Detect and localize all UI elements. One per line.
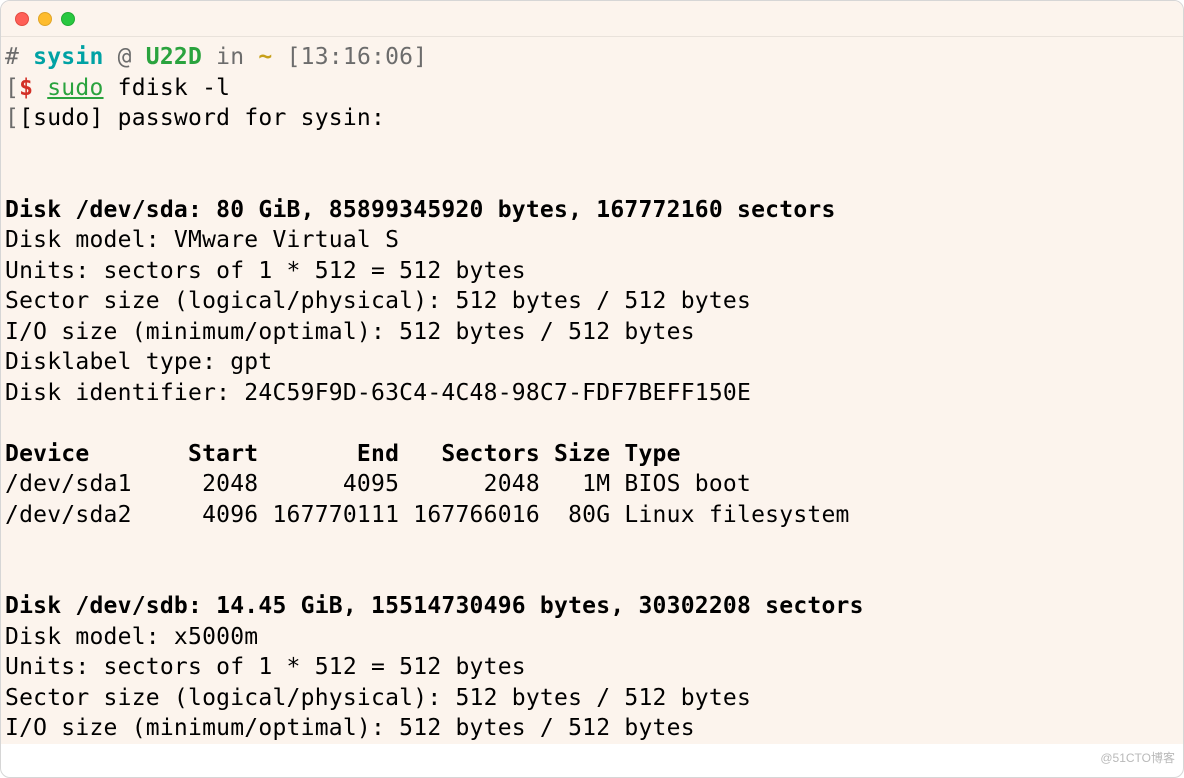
prompt-dollar: $ [19,75,33,101]
disk-b-io: I/O size (minimum/optimal): 512 bytes / … [5,715,695,741]
table-row: /dev/sda1 2048 4095 2048 1M BIOS boot [5,471,751,497]
disk-b-sector: Sector size (logical/physical): 512 byte… [5,685,751,711]
close-icon[interactable] [15,12,29,26]
disk-b-units: Units: sectors of 1 * 512 = 512 bytes [5,654,526,680]
maximize-icon[interactable] [61,12,75,26]
prompt-path: ~ [258,44,272,70]
disk-a-units: Units: sectors of 1 * 512 = 512 bytes [5,258,526,284]
disk-a-model: Disk model: VMware Virtual S [5,227,399,253]
bracket-open: [ [5,75,19,101]
prompt-time: [13:16:06] [287,44,428,70]
prompt-in: in [216,44,244,70]
watermark: @51CTO博客 [1100,743,1175,774]
prompt-at: @ [118,44,132,70]
disk-b-header: Disk /dev/sdb: 14.45 GiB, 15514730496 by… [5,593,864,619]
disk-a-io: I/O size (minimum/optimal): 512 bytes / … [5,319,695,345]
disk-a-ident: Disk identifier: 24C59F9D-63C4-4C48-98C7… [5,380,751,406]
disk-a-header: Disk /dev/sda: 80 GiB, 85899345920 bytes… [5,197,836,223]
minimize-icon[interactable] [38,12,52,26]
sudo-password-line: [sudo] password for sysin: [19,105,385,131]
disk-a-label: Disklabel type: gpt [5,349,272,375]
partition-table-header: Device Start End Sectors Size Type [5,441,681,467]
terminal-window: # sysin @ U22D in ~ [13:16:06] [$ sudo f… [0,0,1184,778]
prompt-hash: # [5,44,19,70]
window-titlebar [1,1,1183,37]
table-row: /dev/sda2 4096 167770111 167766016 80G L… [5,502,850,528]
command-sudo: sudo [47,75,103,101]
terminal-output[interactable]: # sysin @ U22D in ~ [13:16:06] [$ sudo f… [1,37,1183,744]
command-rest: fdisk -l [104,75,231,101]
disk-b-model: Disk model: x5000m [5,624,258,650]
disk-a-sector: Sector size (logical/physical): 512 byte… [5,288,751,314]
prompt-user: sysin [33,44,103,70]
prompt-host: U22D [146,44,202,70]
bracket-open-2: [ [5,105,19,131]
